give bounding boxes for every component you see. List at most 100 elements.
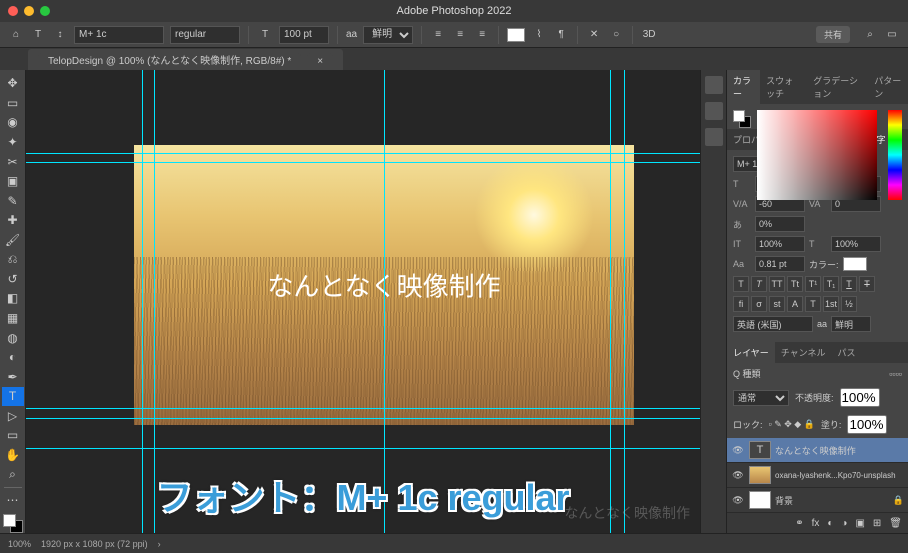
layer-item[interactable]: 👁 oxana-lyashenk...Kpo70-unsplash	[727, 463, 908, 488]
bold-button[interactable]: T	[733, 276, 749, 292]
fill-input[interactable]	[847, 415, 887, 434]
maximize-window-icon[interactable]	[40, 6, 50, 16]
char-panel-icon[interactable]: ¶	[553, 27, 569, 43]
lasso-tool[interactable]: ◉	[2, 113, 24, 132]
trash-icon[interactable]: 🗑	[889, 518, 902, 529]
smallcaps-button[interactable]: Tt	[787, 276, 803, 292]
document-tab[interactable]: TelopDesign @ 100% (なんとなく映像制作, RGB/8#) *…	[28, 49, 343, 70]
align-right-icon[interactable]: ≡	[474, 27, 490, 43]
dock-icon[interactable]	[705, 102, 723, 120]
eyedropper-tool[interactable]: ✎	[2, 191, 24, 210]
ot2-button[interactable]: st	[769, 296, 785, 312]
fi-button[interactable]: fi	[733, 296, 749, 312]
tab-gradient[interactable]: グラデーション	[807, 70, 868, 104]
blend-mode[interactable]: 通常	[733, 390, 789, 406]
char-baseline[interactable]	[755, 216, 805, 232]
type-tool[interactable]: T	[2, 387, 24, 406]
dock-icon[interactable]	[705, 128, 723, 146]
link-icon[interactable]: ⚭	[795, 518, 803, 529]
char-color[interactable]	[843, 257, 867, 271]
canvas-area[interactable]: なんとなく映像制作 フォント：M+ 1c regular なんとなく映像制作	[26, 70, 700, 533]
super-button[interactable]: T¹	[805, 276, 821, 292]
gradient-tool[interactable]: ▦	[2, 309, 24, 328]
crop-tool[interactable]: ✂	[2, 152, 24, 171]
lock-icons[interactable]: ▫ ✎ ✥ ◆ 🔒	[769, 419, 815, 430]
dock-icon[interactable]	[705, 76, 723, 94]
cancel-icon[interactable]: ✕	[586, 27, 602, 43]
char-vscale[interactable]	[755, 236, 805, 252]
tab-paths[interactable]: パス	[831, 342, 861, 363]
hue-slider[interactable]	[888, 110, 902, 200]
blur-tool[interactable]: ◍	[2, 328, 24, 347]
dodge-tool[interactable]: ◐	[2, 348, 24, 367]
sub-button[interactable]: T₁	[823, 276, 839, 292]
orientation-icon[interactable]: ↕	[52, 27, 68, 43]
layer-item[interactable]: 👁 背景 🔒	[727, 488, 908, 513]
guide-v[interactable]	[610, 70, 611, 533]
shape-tool[interactable]: ▭	[2, 426, 24, 445]
warp-text-icon[interactable]: ⌇	[531, 27, 547, 43]
ot5-button[interactable]: 1st	[823, 296, 839, 312]
edit-toolbar[interactable]: ⋯	[2, 491, 24, 510]
visibility-icon[interactable]: 👁	[731, 470, 745, 481]
mini-swatch[interactable]	[733, 110, 751, 128]
tab-pattern[interactable]: パターン	[868, 70, 908, 104]
frame-tool[interactable]: ▣	[2, 172, 24, 191]
fx-icon[interactable]: fx	[812, 518, 820, 529]
align-center-icon[interactable]: ≡	[452, 27, 468, 43]
hand-tool[interactable]: ✋	[2, 446, 24, 465]
close-tab-icon[interactable]: ×	[307, 53, 333, 70]
layer-item[interactable]: 👁 T なんとなく映像制作	[727, 438, 908, 463]
ot4-button[interactable]: T	[805, 296, 821, 312]
char-hscale[interactable]	[831, 236, 881, 252]
tab-layers[interactable]: レイヤー	[727, 342, 775, 363]
path-tool[interactable]: ▷	[2, 407, 24, 426]
history-brush-tool[interactable]: ↺	[2, 270, 24, 289]
visibility-icon[interactable]: 👁	[731, 495, 745, 506]
text-color-icon[interactable]	[507, 28, 525, 42]
color-swatch[interactable]	[3, 514, 23, 533]
guide-v[interactable]	[624, 70, 625, 533]
aa-select[interactable]	[831, 316, 871, 332]
type-tool-icon[interactable]: T	[30, 27, 46, 43]
font-weight-input[interactable]	[170, 26, 240, 44]
zoom-tool[interactable]: ⌕	[2, 465, 24, 484]
minimize-window-icon[interactable]	[24, 6, 34, 16]
search-icon[interactable]: ⌕	[862, 27, 878, 43]
caps-button[interactable]: TT	[769, 276, 785, 292]
ot6-button[interactable]: ½	[841, 296, 857, 312]
italic-button[interactable]: T	[751, 276, 767, 292]
char-tsume[interactable]	[755, 256, 805, 272]
new-layer-icon[interactable]: ⊞	[873, 518, 881, 529]
guide-h[interactable]	[26, 153, 700, 154]
guide-v[interactable]	[142, 70, 143, 533]
chevron-icon[interactable]: ›	[158, 539, 161, 549]
lang-select[interactable]	[733, 316, 813, 332]
pen-tool[interactable]: ✒	[2, 367, 24, 386]
guide-v[interactable]	[384, 70, 385, 533]
guide-h[interactable]	[26, 408, 700, 409]
marquee-tool[interactable]: ▭	[2, 94, 24, 113]
workspace-icon[interactable]: ▭	[884, 27, 900, 43]
guide-v[interactable]	[154, 70, 155, 533]
brush-tool[interactable]: 🖌	[2, 231, 24, 250]
zoom-level[interactable]: 100%	[8, 539, 31, 549]
home-icon[interactable]: ⌂	[8, 27, 24, 43]
visibility-icon[interactable]: 👁	[731, 445, 745, 456]
adjust-icon[interactable]: ◑	[841, 518, 847, 529]
wand-tool[interactable]: ✦	[2, 133, 24, 152]
eraser-tool[interactable]: ◧	[2, 289, 24, 308]
color-field[interactable]	[757, 110, 877, 200]
tab-color[interactable]: カラー	[727, 70, 760, 104]
aa-select[interactable]: 鮮明	[363, 26, 413, 44]
opacity-input[interactable]	[840, 388, 880, 407]
guide-h[interactable]	[26, 448, 700, 449]
underline-button[interactable]: T	[841, 276, 857, 292]
strike-button[interactable]: T	[859, 276, 875, 292]
guide-h[interactable]	[26, 418, 700, 419]
tab-swatch[interactable]: スウォッチ	[760, 70, 807, 104]
ot3-button[interactable]: A	[787, 296, 803, 312]
share-button[interactable]: 共有	[816, 26, 850, 43]
commit-icon[interactable]: ○	[608, 27, 624, 43]
font-family-input[interactable]	[74, 26, 164, 44]
